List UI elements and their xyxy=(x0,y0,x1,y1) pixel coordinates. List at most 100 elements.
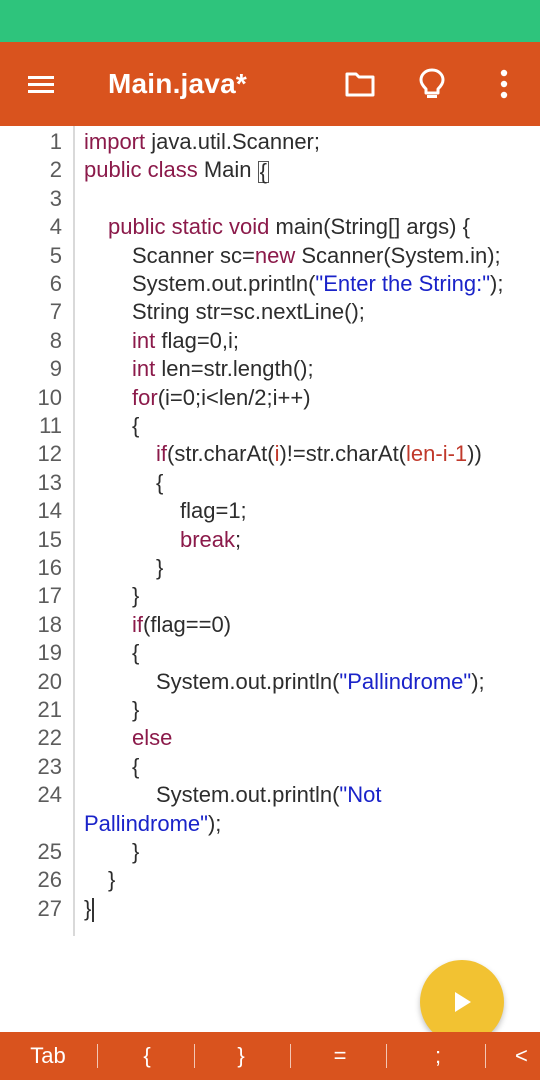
code-token: { xyxy=(132,640,140,666)
code-line[interactable]: 4 public static void main(String[] args) … xyxy=(0,213,540,241)
code-token: ); xyxy=(471,668,485,694)
line-number: 23 xyxy=(37,753,62,779)
code-text: int flag=0,i; xyxy=(132,327,239,355)
code-token: "Not xyxy=(339,782,382,808)
code-line[interactable]: 24 System.out.println("Not xyxy=(0,781,540,809)
line-number: 6 xyxy=(49,271,62,296)
line-number: 17 xyxy=(37,583,62,609)
line-number: 24 xyxy=(37,782,62,808)
key-separator xyxy=(97,1044,98,1068)
key-open-brace[interactable]: { xyxy=(122,1032,172,1080)
code-token: Scanner sc= xyxy=(132,242,255,268)
line-number: 13 xyxy=(37,469,62,495)
code-text: flag=1; xyxy=(180,497,247,525)
line-number: 16 xyxy=(37,555,62,580)
code-text: } xyxy=(132,838,139,866)
line-number: 4 xyxy=(49,214,62,240)
code-line[interactable]: 26} xyxy=(0,866,540,894)
line-number: 10 xyxy=(37,384,62,410)
more-vert-icon[interactable] xyxy=(482,62,526,106)
code-token: else xyxy=(132,725,173,751)
code-text: public static void main(String[] args) { xyxy=(108,213,470,241)
code-line[interactable]: 19 { xyxy=(0,639,540,667)
line-number: 22 xyxy=(37,725,62,751)
code-line[interactable]: 22 else xyxy=(0,724,540,752)
key-less-than[interactable]: < xyxy=(515,1032,540,1080)
key-tab[interactable]: Tab xyxy=(18,1032,78,1080)
code-token: flag=0,i; xyxy=(155,327,240,353)
code-token: if xyxy=(132,611,143,637)
code-line[interactable]: 23 { xyxy=(0,753,540,781)
line-number: 5 xyxy=(49,242,62,268)
code-text: else xyxy=(132,724,172,752)
code-token: ); xyxy=(490,271,504,296)
code-line[interactable]: 20 System.out.println("Pallindrome"); xyxy=(0,668,540,696)
code-token: } xyxy=(84,895,92,921)
code-token: int xyxy=(132,356,156,382)
code-text: { xyxy=(156,469,163,497)
code-line[interactable]: 16} xyxy=(0,554,540,582)
folder-icon[interactable] xyxy=(338,62,382,106)
code-text: } xyxy=(156,554,163,582)
line-number: 1 xyxy=(49,129,62,154)
code-text: for(i=0;i<len/2;i++) xyxy=(132,384,311,412)
key-semicolon[interactable]: ; xyxy=(410,1032,466,1080)
code-text: System.out.println("Not xyxy=(156,781,381,809)
code-line[interactable]: 13 { xyxy=(0,469,540,497)
code-text: { xyxy=(132,753,139,781)
code-line[interactable]: 27} xyxy=(0,895,540,923)
code-line[interactable]: 7 String str=sc.nextLine(); xyxy=(0,298,540,326)
code-token: for xyxy=(132,384,158,410)
code-token: int xyxy=(132,327,156,353)
key-separator xyxy=(290,1044,291,1068)
code-token: System.out.println( xyxy=(156,668,340,694)
matched-bracket: { xyxy=(257,158,269,184)
code-token: System.out.println( xyxy=(132,271,316,296)
code-line[interactable]: 18 if(flag==0) xyxy=(0,611,540,639)
code-line[interactable]: 6 System.out.println("Enter the String:")… xyxy=(0,270,540,298)
code-line[interactable]: 5 Scanner sc=new Scanner(System.in); xyxy=(0,242,540,270)
key-separator xyxy=(485,1044,486,1068)
code-token: public class xyxy=(84,157,198,183)
code-token: } xyxy=(156,555,164,580)
key-equals[interactable]: = xyxy=(312,1032,368,1080)
code-token: (str.charAt( xyxy=(167,441,275,467)
code-line[interactable]: 25} xyxy=(0,838,540,866)
code-line[interactable]: 14 flag=1; xyxy=(0,497,540,525)
code-token: String str=sc.nextLine(); xyxy=(132,299,365,325)
code-text: break; xyxy=(180,526,241,554)
code-line[interactable]: 21} xyxy=(0,696,540,724)
line-number: 27 xyxy=(37,895,62,921)
hamburger-menu-icon[interactable] xyxy=(28,76,54,94)
key-close-brace[interactable]: } xyxy=(216,1032,266,1080)
code-line[interactable]: 12 if(str.charAt(i)!=str.charAt(len-i-1)) xyxy=(0,440,540,468)
code-text: public class Main { xyxy=(84,156,269,184)
line-number: 7 xyxy=(49,299,62,325)
code-token: { xyxy=(132,413,140,438)
line-number: 2 xyxy=(49,157,62,183)
code-line[interactable]: Pallindrome"); xyxy=(0,810,540,838)
code-line[interactable]: 1 import java.util.Scanner; xyxy=(0,128,540,156)
key-separator xyxy=(386,1044,387,1068)
code-line[interactable]: 15 break; xyxy=(0,526,540,554)
code-token: ; xyxy=(235,526,242,552)
code-line[interactable]: 8 int flag=0,i; xyxy=(0,327,540,355)
lightbulb-icon[interactable] xyxy=(410,62,454,106)
code-line[interactable]: 9 int len=str.length(); xyxy=(0,355,540,383)
code-editor[interactable]: 1 import java.util.Scanner; 2 public class … xyxy=(0,126,540,936)
code-text: if(flag==0) xyxy=(132,611,231,639)
code-line[interactable]: 10 for(i=0;i<len/2;i++) xyxy=(0,384,540,412)
code-line[interactable]: 11 { xyxy=(0,412,540,440)
code-token: len=str.length(); xyxy=(155,356,314,382)
code-token: } xyxy=(132,839,140,864)
code-token: new xyxy=(254,242,296,268)
code-token: if xyxy=(156,441,167,467)
code-token: ); xyxy=(207,810,222,836)
code-text: } xyxy=(84,895,95,923)
line-number: 25 xyxy=(37,839,62,864)
code-text: Scanner sc=new Scanner(System.in); xyxy=(132,242,501,270)
line-number: 26 xyxy=(37,867,62,893)
code-line[interactable]: 2 public class Main { xyxy=(0,156,540,184)
code-line[interactable]: 3 xyxy=(0,185,540,213)
code-line[interactable]: 17} xyxy=(0,582,540,610)
